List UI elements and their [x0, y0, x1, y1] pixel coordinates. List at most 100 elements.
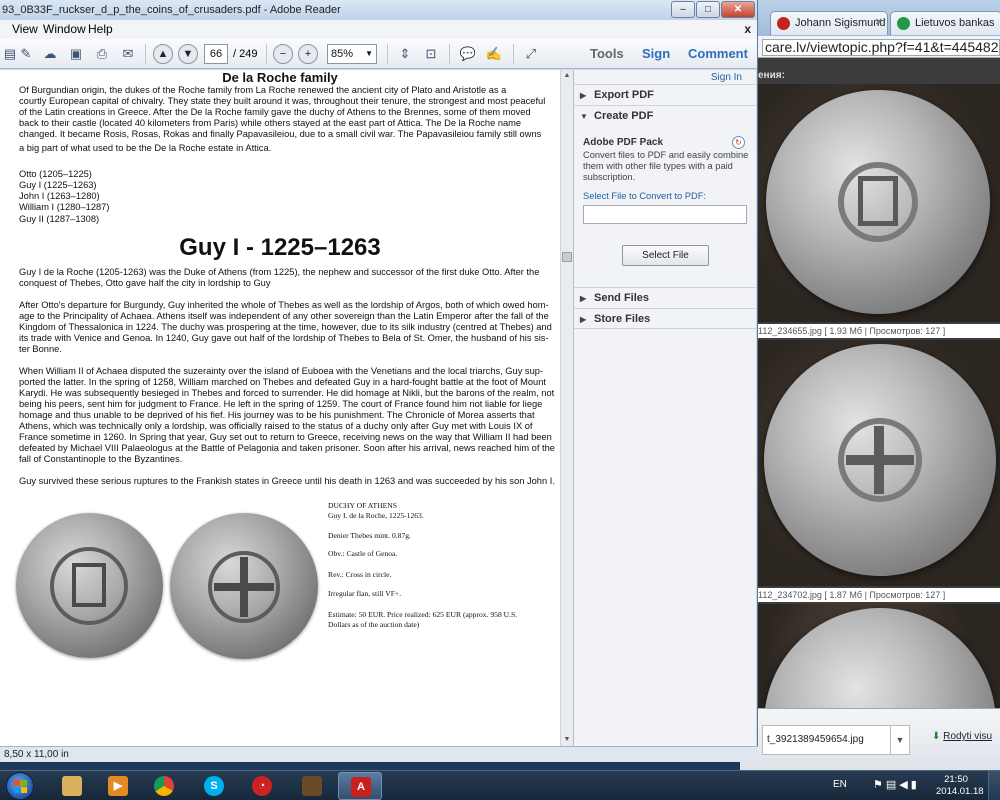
cloud-upload-icon[interactable]: ☁	[40, 44, 60, 64]
print-icon[interactable]: ⎙	[92, 44, 112, 64]
zoom-select[interactable]: 85% ▼	[327, 44, 377, 64]
create-pdf-icon[interactable]: ✎	[16, 44, 36, 64]
vertical-scrollbar[interactable]: ▲ ▼	[560, 70, 573, 746]
paragraph-line: Guy I de la Roche (1205-1263) was the Du…	[19, 267, 540, 277]
taskbar-adobe-reader[interactable]: A	[338, 772, 382, 800]
show-desktop-button[interactable]	[988, 771, 1000, 800]
chrome-icon	[154, 776, 174, 796]
fit-width-icon[interactable]: ⊡	[421, 44, 441, 64]
menu-window[interactable]: Window	[43, 20, 86, 39]
expand-icon[interactable]: ⤢	[521, 44, 541, 64]
chevron-down-icon: ▼	[580, 112, 588, 121]
next-page-button[interactable]: ▼	[178, 44, 198, 64]
coin-photo-2[interactable]	[758, 340, 1000, 586]
cowboy-icon	[302, 776, 322, 796]
download-bar: t_3921389459654.jpg ▼ ⬇ Rodyti visu	[740, 708, 1000, 770]
paragraph-line: defeated by Michael VIII Palaeologus at …	[19, 443, 555, 453]
start-button[interactable]	[6, 772, 34, 800]
store-files-section[interactable]: ▶ Store Files	[574, 308, 756, 329]
select-file-field[interactable]	[583, 205, 747, 224]
taskbar-chrome[interactable]	[142, 772, 186, 800]
coin-obverse-image	[16, 513, 163, 658]
sign-in-link[interactable]: Sign In	[711, 72, 742, 83]
save-icon[interactable]: ▣	[66, 44, 86, 64]
close-document-button[interactable]: x	[744, 20, 751, 39]
scroll-down-icon[interactable]: ▼	[561, 734, 573, 746]
paragraph-line: its trade with Venice and Genoa. In 1240…	[19, 333, 549, 343]
family-heading: De la Roche family	[222, 70, 338, 85]
taskbar-app[interactable]: ◔	[240, 772, 284, 800]
zoom-in-button[interactable]: +	[298, 44, 318, 64]
taskbar-media-player[interactable]: ▶	[96, 772, 140, 800]
title-bar: 93_0B33F_ruckser_d_p_the_coins_of_crusad…	[0, 0, 757, 20]
coin-obverse-image	[766, 90, 990, 314]
adobe-pdf-icon: A	[351, 777, 371, 797]
tools-tab[interactable]: Tools	[590, 45, 624, 63]
system-clock[interactable]: 21:50 2014.01.18	[936, 774, 984, 798]
export-pdf-section[interactable]: ▶ Export PDF	[574, 84, 756, 105]
menu-help[interactable]: Help	[88, 20, 113, 39]
download-item[interactable]: t_3921389459654.jpg	[762, 725, 892, 755]
section-label: Export PDF	[594, 89, 654, 101]
paragraph-line: Athens, which was technically only a lor…	[19, 421, 533, 431]
browser-tab-johann[interactable]: Johann Sigismund I: ✕	[770, 11, 888, 35]
address-bar: care.lv/viewtopic.php?f=41&t=445482&sic	[740, 36, 1000, 58]
system-tray[interactable]: ⚑▤◀▮	[873, 778, 920, 791]
menu-view[interactable]: View	[12, 20, 38, 39]
adobe-reader-window: 93_0B33F_ruckser_d_p_the_coins_of_crusad…	[0, 0, 758, 762]
fit-page-icon[interactable]: ⇕	[395, 44, 415, 64]
coin-description-line: Estimate: 50 EUR. Price realized: 625 EU…	[328, 610, 518, 619]
toolbar-divider	[387, 44, 388, 64]
browser-tab-lietuvos[interactable]: Lietuvos bankas	[890, 11, 1000, 35]
ruler-item: John I (1263–1280)	[19, 191, 100, 201]
create-pdf-section[interactable]: ▼ Create PDF	[574, 105, 756, 126]
send-files-section[interactable]: ▶ Send Files	[574, 287, 756, 308]
paragraph-line: back to their castle (located 40 kilomet…	[19, 118, 522, 128]
network-icon[interactable]: ▤	[886, 779, 899, 791]
page-number-input[interactable]: 66	[204, 44, 228, 64]
skype-icon: S	[204, 776, 224, 796]
taskbar-game[interactable]	[290, 772, 334, 800]
windows-logo-icon	[14, 780, 28, 794]
close-icon[interactable]: ✕	[875, 12, 883, 34]
ruler-item: Guy I (1225–1263)	[19, 180, 97, 190]
comment-tab[interactable]: Comment	[688, 45, 748, 63]
volume-icon[interactable]: ◀	[899, 779, 910, 791]
download-show-all-link[interactable]: ⬇ Rodyti visu	[932, 731, 992, 742]
scrollbar-thumb[interactable]	[562, 252, 572, 262]
minimize-button[interactable]: –	[671, 1, 695, 18]
maximize-button[interactable]: □	[696, 1, 720, 18]
bank-icon	[897, 17, 910, 30]
taskbar-explorer[interactable]	[50, 772, 94, 800]
photo-caption: 112_234702.jpg [ 1.87 Мб | Просмотров: 1…	[758, 588, 1000, 602]
battery-icon[interactable]: ▮	[911, 779, 920, 791]
close-window-button[interactable]: ✕	[721, 1, 755, 18]
zoom-out-button[interactable]: −	[273, 44, 293, 64]
flag-icon[interactable]: ⚑	[873, 779, 886, 791]
taskbar-skype[interactable]: S	[192, 772, 236, 800]
url-input[interactable]: care.lv/viewtopic.php?f=41&t=445482&sic	[762, 39, 1000, 56]
toolbar-divider	[513, 44, 514, 64]
coin-description-line: Rev.: Cross in circle.	[328, 570, 392, 579]
highlight-icon[interactable]: ✍	[484, 44, 504, 64]
page-size-label: 8,50 x 11,00 in	[4, 749, 69, 760]
scroll-up-icon[interactable]: ▲	[561, 70, 573, 82]
document-view[interactable]: De la Roche family Of Burgundian origin,…	[0, 70, 573, 746]
coin-photo-1[interactable]	[758, 84, 1000, 322]
email-icon[interactable]: ✉	[118, 44, 138, 64]
select-file-label: Select File to Convert to PDF:	[583, 191, 706, 201]
zoom-value: 85%	[331, 48, 354, 60]
toolbar-divider	[449, 44, 450, 64]
chevron-right-icon: ▶	[580, 91, 587, 100]
cross-emblem-horizontal	[214, 583, 274, 591]
language-indicator[interactable]: EN	[833, 779, 847, 790]
cross-emblem-horizontal	[846, 455, 914, 465]
sign-tab[interactable]: Sign	[642, 45, 670, 63]
previous-page-button[interactable]: ▲	[153, 44, 173, 64]
refresh-icon[interactable]: ↻	[732, 136, 745, 149]
pdf-pack-title: Adobe PDF Pack	[583, 137, 664, 148]
comment-bubble-icon[interactable]: 💬	[458, 44, 478, 64]
chevron-down-icon[interactable]: ▼	[890, 725, 910, 755]
select-file-button[interactable]: Select File	[622, 245, 709, 266]
coin-photo-3[interactable]	[758, 604, 1000, 714]
